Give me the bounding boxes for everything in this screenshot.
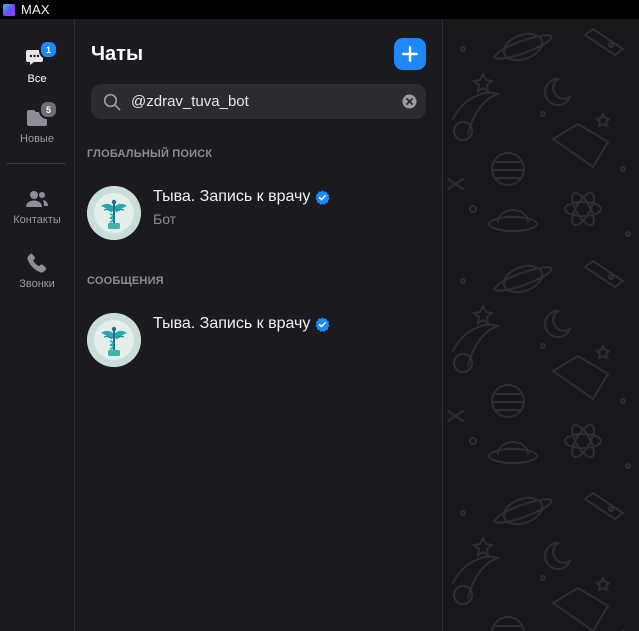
avatar bbox=[87, 186, 141, 240]
section-header-global-search: ГЛОБАЛЬНЫЙ ПОИСК bbox=[87, 148, 213, 160]
result-title-row: Тыва. Запись к врачу bbox=[153, 315, 330, 333]
section-header-messages: СООБЩЕНИЯ bbox=[87, 275, 164, 287]
nav-item-all[interactable]: 1 Все bbox=[0, 40, 74, 85]
plus-icon bbox=[402, 46, 418, 62]
chat-bubbles-icon: 1 bbox=[25, 40, 58, 70]
nav-item-calls[interactable]: Звонки bbox=[0, 251, 74, 290]
folder-icon: 5 bbox=[25, 100, 58, 130]
app-logo-icon bbox=[3, 3, 15, 16]
nav-item-contacts[interactable]: Контакты bbox=[0, 187, 74, 226]
avatar bbox=[87, 313, 141, 367]
space-doodle-pattern bbox=[443, 19, 639, 631]
search-box bbox=[91, 84, 426, 119]
search-input[interactable] bbox=[131, 93, 402, 110]
global-search-result[interactable]: Тыва. Запись к врачу Бот bbox=[75, 186, 442, 252]
chat-list-panel: Чаты ГЛОБАЛЬНЫЙ ПОИСК bbox=[75, 19, 443, 631]
message-search-result[interactable]: Тыва. Запись к врачу bbox=[75, 313, 442, 379]
verified-icon bbox=[315, 189, 330, 205]
result-title-row: Тыва. Запись к врачу bbox=[153, 188, 330, 206]
chat-title: Тыва. Запись к врачу bbox=[153, 188, 311, 205]
verified-icon bbox=[315, 316, 330, 332]
contacts-icon bbox=[25, 187, 49, 211]
phone-icon bbox=[25, 251, 49, 275]
nav-label: Все bbox=[27, 73, 47, 85]
search-icon bbox=[103, 93, 121, 110]
nav-label: Контакты bbox=[13, 214, 61, 226]
medical-logo-icon bbox=[87, 186, 141, 240]
chat-title: Тыва. Запись к врачу bbox=[153, 315, 311, 332]
new-chat-button[interactable] bbox=[394, 38, 426, 70]
nav-label: Звонки bbox=[19, 278, 55, 290]
window-title: MAX bbox=[21, 2, 50, 17]
nav-sidebar: 1 Все 5 Новые Контакты Звонки bbox=[0, 19, 75, 631]
new-count-badge: 5 bbox=[39, 100, 58, 119]
window-titlebar: MAX bbox=[0, 0, 639, 19]
chat-subtitle: Бот bbox=[153, 211, 177, 227]
nav-item-new[interactable]: 5 Новые bbox=[0, 100, 74, 145]
chat-wallpaper bbox=[443, 19, 639, 631]
nav-divider bbox=[6, 163, 66, 164]
nav-label: Новые bbox=[20, 133, 54, 145]
unread-badge: 1 bbox=[39, 40, 58, 59]
page-title: Чаты bbox=[91, 43, 144, 65]
medical-logo-icon bbox=[87, 313, 141, 367]
clear-search-icon[interactable] bbox=[402, 94, 417, 109]
